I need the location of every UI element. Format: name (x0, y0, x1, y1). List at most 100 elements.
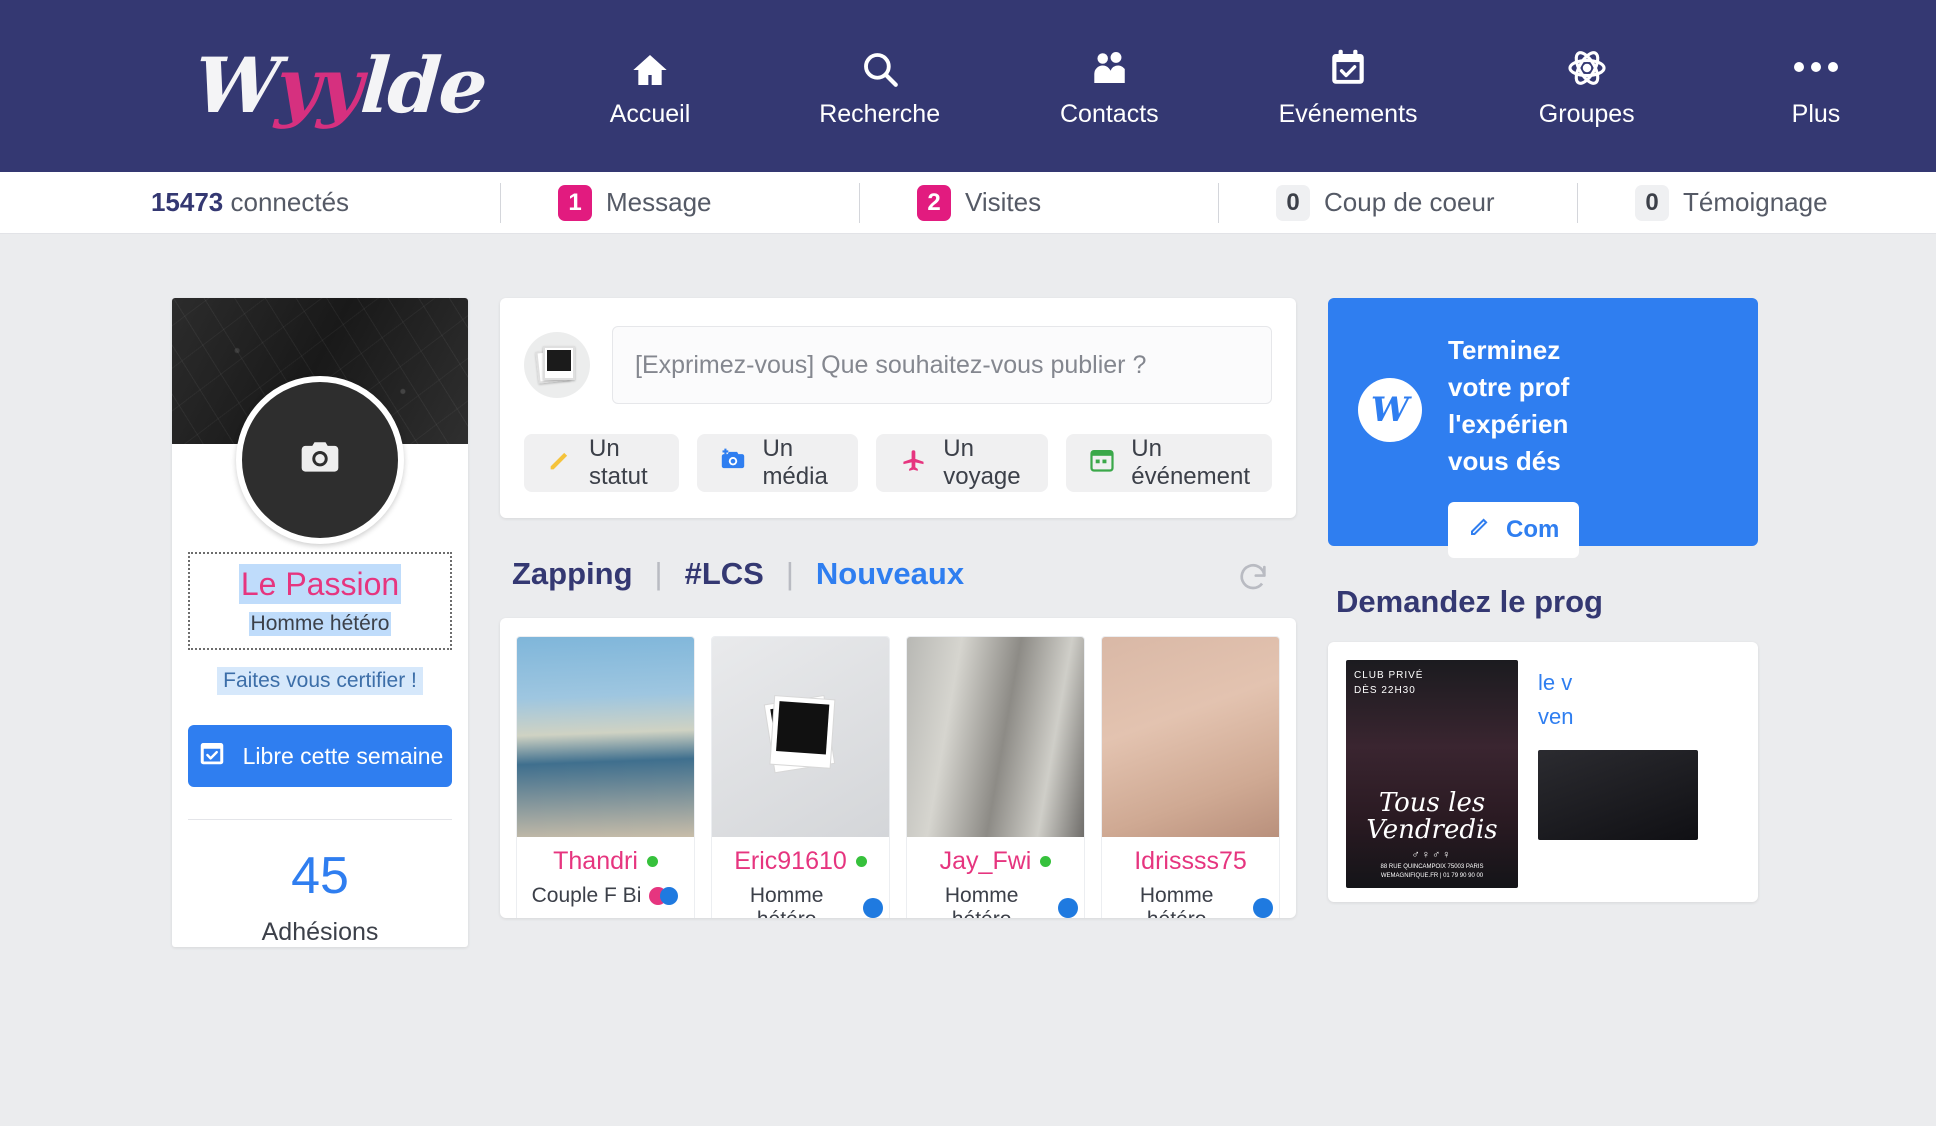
coup-de-coeur-label: Coup de coeur (1324, 187, 1495, 217)
profile-tile-type: Couple F Bi (531, 884, 642, 907)
composer-avatar (524, 332, 590, 398)
connected-count: 15473 (150, 187, 224, 217)
calendar-check-icon (1327, 44, 1369, 90)
visites-label: Visites (965, 187, 1042, 217)
temoignage-badge: 0 (1635, 184, 1669, 221)
libre-cette-semaine-button[interactable]: Libre cette semaine (188, 725, 452, 787)
profile-tile-name: Eric91610 (734, 847, 847, 875)
nav-label-plus: Plus (1791, 99, 1841, 128)
post-input[interactable]: [Exprimez-vous] Que souhaitez-vous publi… (612, 326, 1272, 404)
status-item-temoignage[interactable]: 0 Témoignage (1577, 172, 1936, 234)
profile-card: Le Passion Homme hétéro Faites vous cert… (172, 298, 468, 947)
connected-label: connectés (230, 187, 350, 217)
adhesions-count: 45 (291, 847, 349, 905)
male-icon (1058, 898, 1078, 918)
male-icon (863, 898, 883, 918)
event-ad-text: le v ven (1538, 660, 1698, 884)
complete-profile-label: Com (1506, 515, 1560, 543)
tab-nouveaux[interactable]: Nouveaux (816, 556, 964, 592)
certify-link[interactable]: Faites vous certifier ! (217, 667, 423, 695)
un-statut-button[interactable]: Un statut (524, 434, 680, 492)
ad-text-line-1: le v (1538, 670, 1573, 695)
photos-icon (535, 346, 577, 384)
online-dot (855, 856, 867, 867)
un-media-label: Un média (762, 435, 828, 490)
status-item-coup-de-coeur[interactable]: 0 Coup de coeur (1218, 172, 1577, 234)
camera-icon (294, 436, 346, 485)
nav-label-accueil: Accueil (609, 99, 691, 128)
un-voyage-button[interactable]: Un voyage (876, 434, 1049, 492)
tab-separator-2: | (785, 556, 794, 591)
profile-tile[interactable]: Thandri Couple F Bi #LCS (75) (516, 636, 695, 918)
site-logo[interactable]: Wyylde (160, 41, 520, 130)
promo-line-2: votre prof (1448, 371, 1570, 402)
message-label: Message (606, 187, 712, 217)
ad-top-line-2: DÈS 22H30 (1354, 685, 1416, 696)
promo-line-4: vous dés (1448, 445, 1561, 476)
event-ad-poster: CLUB PRIVÉ DÈS 22H30 Tous les Vendredis … (1346, 660, 1518, 888)
profile-tile-type: Homme hétéro (944, 884, 1019, 918)
ad-gender-symbols: ♂♀♂♀ (1411, 848, 1453, 861)
tab-lcs[interactable]: #LCS (685, 556, 764, 592)
connected-counter: 15473 connectés (0, 187, 500, 218)
logo-part-1: W (191, 41, 280, 130)
ad-footer-line-2: WEMAGNIFIQUE.FR | 01 79 90 90 00 (1380, 873, 1484, 880)
status-item-visites[interactable]: 2 Visites (859, 172, 1218, 234)
nav-item-evenements[interactable]: Evénements (1279, 44, 1418, 129)
program-section-title: Demandez le prog (1336, 584, 1603, 619)
profile-tile[interactable]: Eric91610 Homme hétéro (91) (711, 636, 890, 918)
ad-script-line-1: Tous les (1378, 788, 1486, 818)
un-evenement-button[interactable]: Un événement (1066, 434, 1272, 492)
un-media-button[interactable]: Un média (697, 434, 859, 492)
nav-item-accueil[interactable]: Accueil (590, 44, 710, 129)
event-ad-thumbnail[interactable] (1538, 750, 1698, 841)
profile-photo-placeholder (712, 637, 889, 837)
un-voyage-label: Un voyage (943, 435, 1021, 490)
nav-label-recherche: Recherche (819, 99, 941, 128)
plane-icon (898, 446, 928, 481)
profile-subtitle: Homme hétéro (248, 612, 392, 636)
un-evenement-label: Un événement (1131, 435, 1251, 490)
visites-badge: 2 (917, 184, 951, 221)
message-badge: 1 (558, 184, 592, 221)
event-ad-thumbnail-row (1538, 750, 1698, 841)
refresh-icon[interactable] (1236, 560, 1270, 602)
profiles-grid-container: Thandri Couple F Bi #LCS (75) (500, 618, 1296, 918)
avatar[interactable] (236, 376, 404, 544)
right-sidebar: W Terminez votre prof l'expérien vous dé… (1328, 298, 1758, 1126)
profile-tile[interactable]: Idrissss75 Homme hétéro (75) (1101, 636, 1280, 918)
status-item-message[interactable]: 1 Message (500, 172, 859, 234)
tab-zapping[interactable]: Zapping (512, 556, 633, 592)
nav-label-evenements-contacts: Contacts (1060, 99, 1159, 128)
left-sidebar: Le Passion Homme hétéro Faites vous cert… (172, 298, 468, 1126)
temoignage-label: Témoignage (1683, 187, 1828, 217)
status-bar: 15473 connectés 1 Message 2 Visites 0 Co… (0, 172, 1936, 234)
profile-photo (517, 637, 694, 837)
event-ad-card[interactable]: CLUB PRIVÉ DÈS 22H30 Tous les Vendredis … (1328, 642, 1758, 902)
profile-tile-name: Thandri (553, 847, 638, 875)
nav-item-recherche[interactable]: Recherche (819, 44, 940, 129)
feed-tabs: Zapping | #LCS | Nouveaux (512, 556, 1296, 592)
profile-photo (907, 637, 1084, 837)
complete-profile-button[interactable]: Com (1448, 501, 1580, 558)
nav-item-contacts[interactable]: Contacts (1049, 44, 1169, 129)
logo-part-2: yy (273, 41, 364, 130)
page-title: Le Passion (238, 564, 402, 604)
profile-tile[interactable]: Jay_Fwi Homme hétéro ★ (75) (906, 636, 1085, 918)
ad-text-line-2: ven (1538, 704, 1574, 730)
pencil-icon (1468, 514, 1492, 545)
profile-tile-name: Jay_Fwi (939, 847, 1032, 875)
ad-top-line-1: CLUB PRIVÉ (1354, 670, 1424, 681)
main-feed-column: [Exprimez-vous] Que souhaitez-vous publi… (500, 298, 1296, 1126)
nav-item-plus[interactable]: Plus (1756, 44, 1876, 129)
online-dot (1040, 856, 1052, 867)
profile-tile-type: Homme hétéro (1139, 884, 1214, 918)
profile-name-box[interactable]: Le Passion Homme hétéro (188, 552, 452, 650)
profile-tile-type: Homme hétéro (749, 884, 824, 918)
promo-line-1: Terminez (1448, 335, 1561, 365)
male-icon (1253, 898, 1273, 918)
post-composer: [Exprimez-vous] Que souhaitez-vous publi… (500, 298, 1296, 518)
nav-item-groupes[interactable]: Groupes (1527, 44, 1647, 129)
nav-label-groupes: Groupes (1538, 99, 1635, 128)
main-nav: Accueil Recherche Contacts Evénements Gr… (520, 44, 1896, 129)
